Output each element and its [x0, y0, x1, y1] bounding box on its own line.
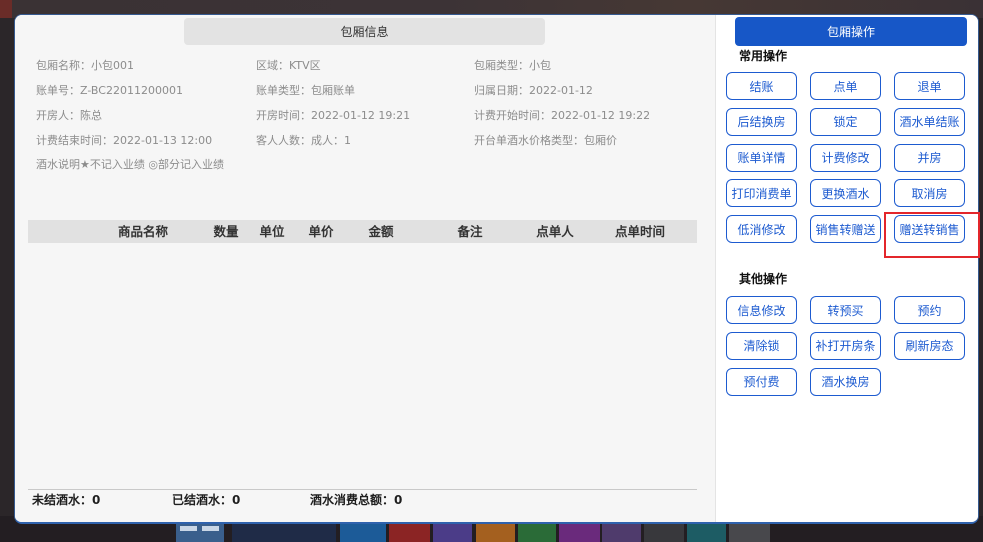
opened-by-value: 陈总: [80, 109, 102, 122]
merge-room-button[interactable]: 并房: [894, 143, 965, 172]
return-order-button[interactable]: 退单: [894, 72, 965, 100]
price-type-field: 开台单酒水价格类型：包厢价: [474, 134, 617, 148]
info-edit-button[interactable]: 信息修改: [726, 296, 797, 324]
business-date-value: 2022-01-12: [529, 84, 593, 97]
open-time-value: 2022-01-12 19:21: [311, 109, 411, 122]
unsettled-drinks-label: 未结酒水：: [32, 493, 93, 507]
prepaid-button[interactable]: 预付费: [726, 367, 797, 396]
replace-drinks-button[interactable]: 更换酒水: [810, 179, 881, 208]
price-type-label: 开台单酒水价格类型：: [474, 134, 584, 147]
guests-value: 成人：1: [311, 134, 351, 147]
bill-type-value: 包厢账单: [311, 84, 355, 97]
settled-drinks-label: 已结酒水：: [172, 493, 233, 507]
order-table-body: [28, 243, 697, 489]
bill-type-field: 账单类型：包厢账单: [256, 84, 355, 98]
info-title: 包厢信息: [340, 25, 389, 39]
min-spend-edit-button[interactable]: 低消修改: [726, 215, 797, 243]
area-value: KTV区: [289, 59, 321, 72]
bill-details-button[interactable]: 账单详情: [726, 143, 797, 172]
other-actions-label: 其他操作: [739, 272, 788, 286]
room-name-field: 包厢名称：小包001: [36, 59, 134, 73]
opened-by-label: 开房人：: [36, 109, 80, 122]
bill-no-field: 账单号：Z-BC22011200001: [36, 84, 183, 98]
area-label: 区域：: [256, 59, 289, 72]
room-actions-panel: 包厢操作 常用操作 结账 点单 退单 后结换房 锁定 酒水单结账 账单详情 计费…: [715, 15, 978, 522]
billing-end-field: 计费结束时间：2022-01-13 12:00: [36, 134, 212, 148]
actions-title-bar: 包厢操作: [735, 17, 967, 46]
info-title-bar: 包厢信息: [184, 18, 545, 45]
price-type-value: 包厢价: [584, 134, 617, 147]
open-time-label: 开房时间：: [256, 109, 311, 122]
business-date-field: 归属日期：2022-01-12: [474, 84, 593, 98]
room-name-value: 小包001: [91, 59, 134, 72]
drink-note: 酒水说明★不记入业绩 ◎部分记入业绩: [36, 158, 224, 171]
actions-title: 包厢操作: [826, 25, 875, 39]
convert-prepurchase-button[interactable]: 转预买: [810, 296, 881, 324]
gift-to-sale-button[interactable]: 赠送转销售: [894, 215, 965, 243]
bill-type-label: 账单类型：: [256, 84, 311, 97]
room-type-label: 包厢类型：: [474, 59, 529, 72]
common-actions-grid: 结账 点单 退单 后结换房 锁定 酒水单结账 账单详情 计费修改 并房 打印消费…: [726, 72, 965, 243]
room-type-value: 小包: [529, 59, 551, 72]
drinks-total-label: 酒水消费总额：: [310, 493, 395, 507]
clear-lock-button[interactable]: 清除锁: [726, 331, 797, 360]
open-time-field: 开房时间：2022-01-12 19:21: [256, 109, 410, 123]
unsettled-drinks-value: 0: [92, 493, 101, 507]
col-ordered-by: 点单人: [536, 224, 574, 239]
room-type-field: 包厢类型：小包: [474, 59, 551, 73]
col-order-time: 点单时间: [614, 224, 665, 239]
billing-start-label: 计费开始时间：: [474, 109, 551, 122]
drinks-total: 酒水消费总额：0: [310, 493, 402, 507]
opened-by-field: 开房人：陈总: [36, 109, 102, 123]
business-date-label: 归属日期：: [474, 84, 529, 97]
billing-start-field: 计费开始时间：2022-01-12 19:22: [474, 109, 650, 123]
col-product-name: 商品名称: [117, 224, 168, 239]
refresh-room-status-button[interactable]: 刷新房态: [894, 331, 965, 360]
order-table-header: 商品名称 数量 单位 单价 金额 备注 点单人 点单时间: [28, 220, 697, 243]
room-name-label: 包厢名称：: [36, 59, 91, 72]
billing-end-value: 2022-01-13 12:00: [113, 134, 213, 147]
order-button[interactable]: 点单: [810, 72, 881, 100]
sale-to-gift-button[interactable]: 销售转赠送: [810, 215, 881, 243]
reprint-open-slip-button[interactable]: 补打开房条: [810, 331, 881, 360]
area-field: 区域：KTV区: [256, 59, 321, 73]
footer-divider: [28, 489, 697, 490]
lock-button[interactable]: 锁定: [810, 107, 881, 136]
checkout-button[interactable]: 结账: [726, 72, 797, 100]
post-settle-change-room-button[interactable]: 后结换房: [726, 107, 797, 136]
common-actions-label: 常用操作: [739, 49, 788, 63]
room-info-panel: 包厢信息 包厢名称：小包001 区域：KTV区 包厢类型：小包 账单号：Z-BC…: [15, 15, 715, 522]
billing-end-label: 计费结束时间：: [36, 134, 113, 147]
drink-bill-checkout-button[interactable]: 酒水单结账: [894, 107, 965, 136]
unsettled-drinks: 未结酒水：0: [32, 493, 100, 507]
col-amount: 金额: [368, 224, 394, 239]
guests-field: 客人人数：成人：1: [256, 134, 351, 148]
settled-drinks: 已结酒水：0: [172, 493, 240, 507]
billing-edit-button[interactable]: 计费修改: [810, 143, 881, 172]
settled-drinks-value: 0: [232, 493, 241, 507]
billing-start-value: 2022-01-12 19:22: [551, 109, 651, 122]
print-receipt-button[interactable]: 打印消费单: [726, 179, 797, 208]
room-dialog: 包厢信息 包厢名称：小包001 区域：KTV区 包厢类型：小包 账单号：Z-BC…: [14, 14, 979, 524]
other-actions-grid: 信息修改 转预买 预约 清除锁 补打开房条 刷新房态 预付费 酒水换房: [726, 296, 965, 396]
col-remark: 备注: [457, 224, 483, 239]
guests-label: 客人人数：: [256, 134, 311, 147]
cancel-room-button[interactable]: 取消房: [894, 179, 965, 208]
reservation-button[interactable]: 预约: [894, 296, 965, 324]
bill-no-label: 账单号：: [36, 84, 80, 97]
bill-no-value: Z-BC22011200001: [80, 84, 183, 97]
drinks-total-value: 0: [394, 493, 403, 507]
drinks-change-room-button[interactable]: 酒水换房: [810, 367, 881, 396]
